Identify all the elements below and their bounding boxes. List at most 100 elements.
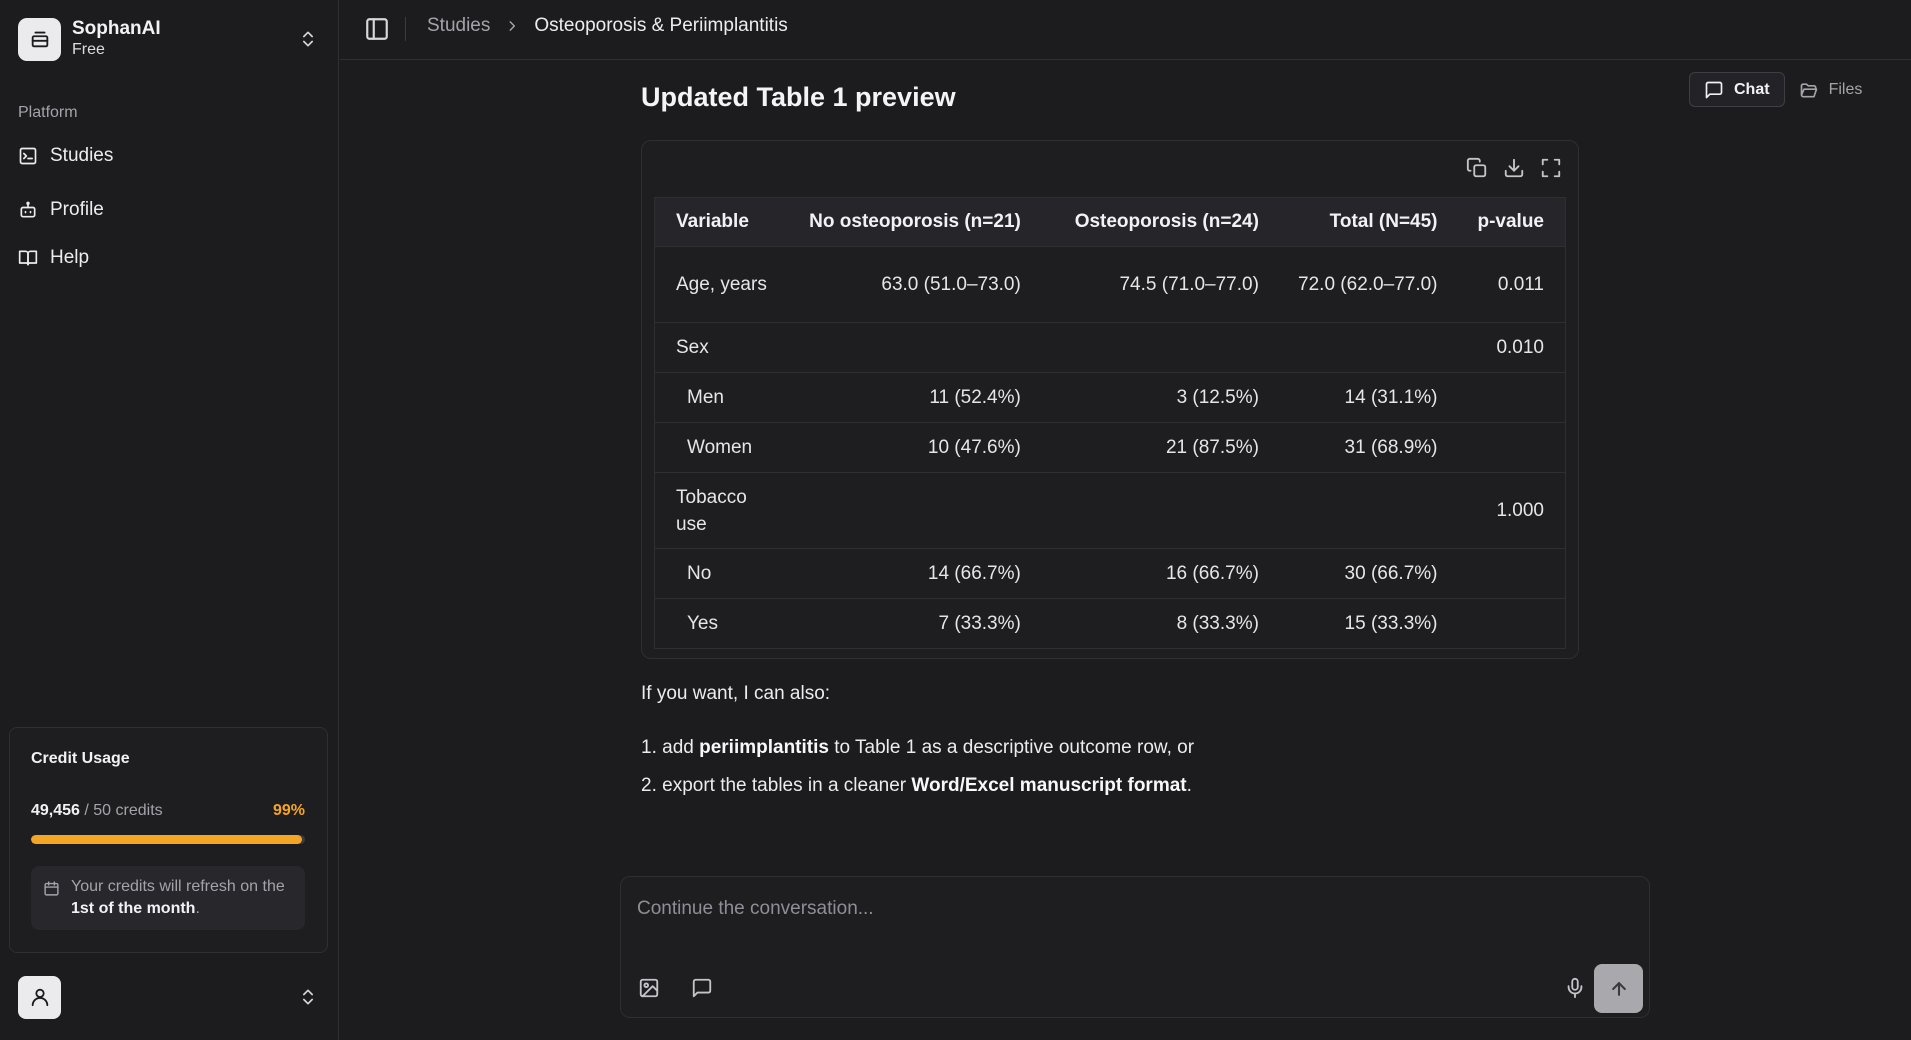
avatar: [18, 975, 61, 1019]
credit-usage-count: 49,456 / 50 credits: [31, 802, 163, 820]
table-cell: [1449, 372, 1566, 423]
list-number: 2.: [641, 775, 663, 796]
table-row: Age, years 63.0 (51.0–73.0) 74.5 (71.0–7…: [654, 246, 1566, 323]
sidebar-item-profile[interactable]: Profile: [18, 192, 318, 228]
table-cell: Sex: [654, 322, 791, 373]
image-upload-icon[interactable]: [638, 977, 660, 999]
table-cell: [1270, 472, 1450, 549]
tab-label: Chat: [1734, 80, 1770, 98]
table-cell: 30 (66.7%): [1270, 548, 1450, 599]
table-cell: 1.000: [1449, 472, 1566, 549]
followup-options: 1. add periimplantitis to Table 1 as a d…: [641, 737, 1194, 813]
tab-chat[interactable]: Chat: [1689, 72, 1785, 107]
microphone-icon[interactable]: [1564, 977, 1586, 999]
table-preview-card: Variable No osteoporosis (n=21) Osteopor…: [641, 140, 1579, 659]
table-row: No 14 (66.7%) 16 (66.7%) 30 (66.7%): [654, 548, 1566, 599]
table-cell: Women: [654, 422, 791, 473]
table-cell: 31 (68.9%): [1270, 422, 1450, 473]
table-row: Men 11 (52.4%) 3 (12.5%) 14 (31.1%): [654, 372, 1566, 423]
list-text: .: [1186, 775, 1192, 796]
table-cell: 8 (33.3%): [1032, 598, 1271, 649]
table-cell: 7 (33.3%): [790, 598, 1033, 649]
list-text: to Table 1 as a descriptive outcome row,…: [828, 737, 1195, 758]
table-row: Tobacco use 1.000: [654, 472, 1566, 549]
copy-icon[interactable]: [1466, 157, 1488, 179]
table-cell: Yes: [654, 598, 791, 649]
sidebar-item-label: Help: [50, 247, 90, 268]
list-text: add: [662, 737, 700, 758]
table-row: Sex 0.010: [654, 322, 1566, 373]
list-text: export the tables in a cleaner: [662, 775, 912, 796]
workspace-name: SophanAI: [72, 18, 161, 39]
table-cell: [1449, 422, 1566, 473]
list-text-bold: periimplantitis: [699, 737, 829, 758]
sidebar-item-help[interactable]: Help: [18, 240, 318, 276]
table-cell: [790, 472, 1033, 549]
column-header: p-value: [1449, 197, 1566, 247]
credit-progress-bar: [31, 835, 305, 844]
table-cell: 14 (31.1%): [1270, 372, 1450, 423]
refresh-date: 1st of the month: [71, 900, 196, 917]
arrow-up-icon: [1611, 981, 1626, 996]
table-1: Variable No osteoporosis (n=21) Osteopor…: [654, 197, 1566, 649]
table-cell: [1270, 322, 1450, 373]
message-input[interactable]: [637, 893, 1597, 925]
breadcrumb-studies[interactable]: Studies: [427, 15, 490, 37]
table-cell: 11 (52.4%): [790, 372, 1033, 423]
table-row: Yes 7 (33.3%) 8 (33.3%) 15 (33.3%): [654, 598, 1566, 649]
breadcrumb-current: Osteoporosis & Periimplantitis: [534, 15, 788, 36]
message-square-icon[interactable]: [691, 977, 713, 999]
workspace-logo-icon: [18, 17, 61, 61]
credits-total: / 50 credits: [79, 802, 163, 819]
list-item: 1. add periimplantitis to Table 1 as a d…: [641, 737, 1194, 775]
tab-files[interactable]: Files: [1785, 72, 1877, 107]
table-cell: 14 (66.7%): [790, 548, 1033, 599]
credits-used: 49,456: [31, 802, 80, 819]
credit-refresh-note: Your credits will refresh on the 1st of …: [31, 866, 305, 930]
nav-group-label: Platform: [18, 104, 78, 121]
list-text-bold: Word/Excel manuscript format: [911, 775, 1187, 796]
table-cell: 10 (47.6%): [790, 422, 1033, 473]
user-menu[interactable]: [18, 975, 318, 1019]
table-cell: 0.010: [1449, 322, 1566, 373]
download-icon[interactable]: [1503, 157, 1525, 179]
sidebar-item-label: Profile: [50, 199, 104, 220]
view-switch: Chat Files: [1689, 72, 1876, 107]
column-header: Variable: [654, 197, 791, 247]
credit-usage-percent: 99%: [272, 802, 305, 819]
message-square-icon: [1705, 81, 1723, 98]
sidebar: SophanAI Free Platform Studies Profile H…: [0, 0, 339, 1040]
studies-icon: [19, 147, 37, 165]
table-cell: [1449, 548, 1566, 599]
table-cell: Age, years: [654, 246, 791, 323]
table-cell: Tobacco use: [654, 472, 791, 549]
table-cell: 15 (33.3%): [1270, 598, 1450, 649]
refresh-end: .: [195, 900, 200, 917]
table-toolbar: [1466, 157, 1562, 179]
followup-intro: If you want, I can also:: [641, 683, 831, 704]
credit-progress-fill: [31, 835, 303, 844]
sidebar-toggle-icon[interactable]: [364, 16, 390, 42]
credit-usage-title: Credit Usage: [31, 750, 130, 767]
refresh-text: Your credits will refresh on the: [71, 878, 285, 895]
calendar-icon: [44, 881, 59, 896]
folder-open-icon: [1800, 82, 1817, 97]
table-cell: Men: [654, 372, 791, 423]
table-cell: 74.5 (71.0–77.0): [1032, 246, 1271, 323]
top-bar: Studies Osteoporosis & Periimplantitis: [340, 0, 1911, 60]
chevrons-up-down-icon: [303, 31, 313, 47]
chevron-right-icon: [509, 21, 516, 31]
chevrons-up-down-icon: [303, 989, 313, 1005]
send-button[interactable]: [1594, 964, 1643, 1013]
divider: [405, 17, 406, 41]
table-cell: 3 (12.5%): [1032, 372, 1271, 423]
message-composer: [620, 876, 1650, 1018]
sidebar-item-studies[interactable]: Studies: [18, 138, 318, 174]
workspace-switcher[interactable]: SophanAI Free: [18, 17, 318, 61]
bot-icon: [20, 201, 36, 218]
table-cell: 16 (66.7%): [1032, 548, 1271, 599]
list-item: 2. export the tables in a cleaner Word/E…: [641, 775, 1194, 813]
book-icon: [18, 250, 38, 266]
table-cell: 21 (87.5%): [1032, 422, 1271, 473]
fullscreen-icon[interactable]: [1540, 157, 1562, 179]
